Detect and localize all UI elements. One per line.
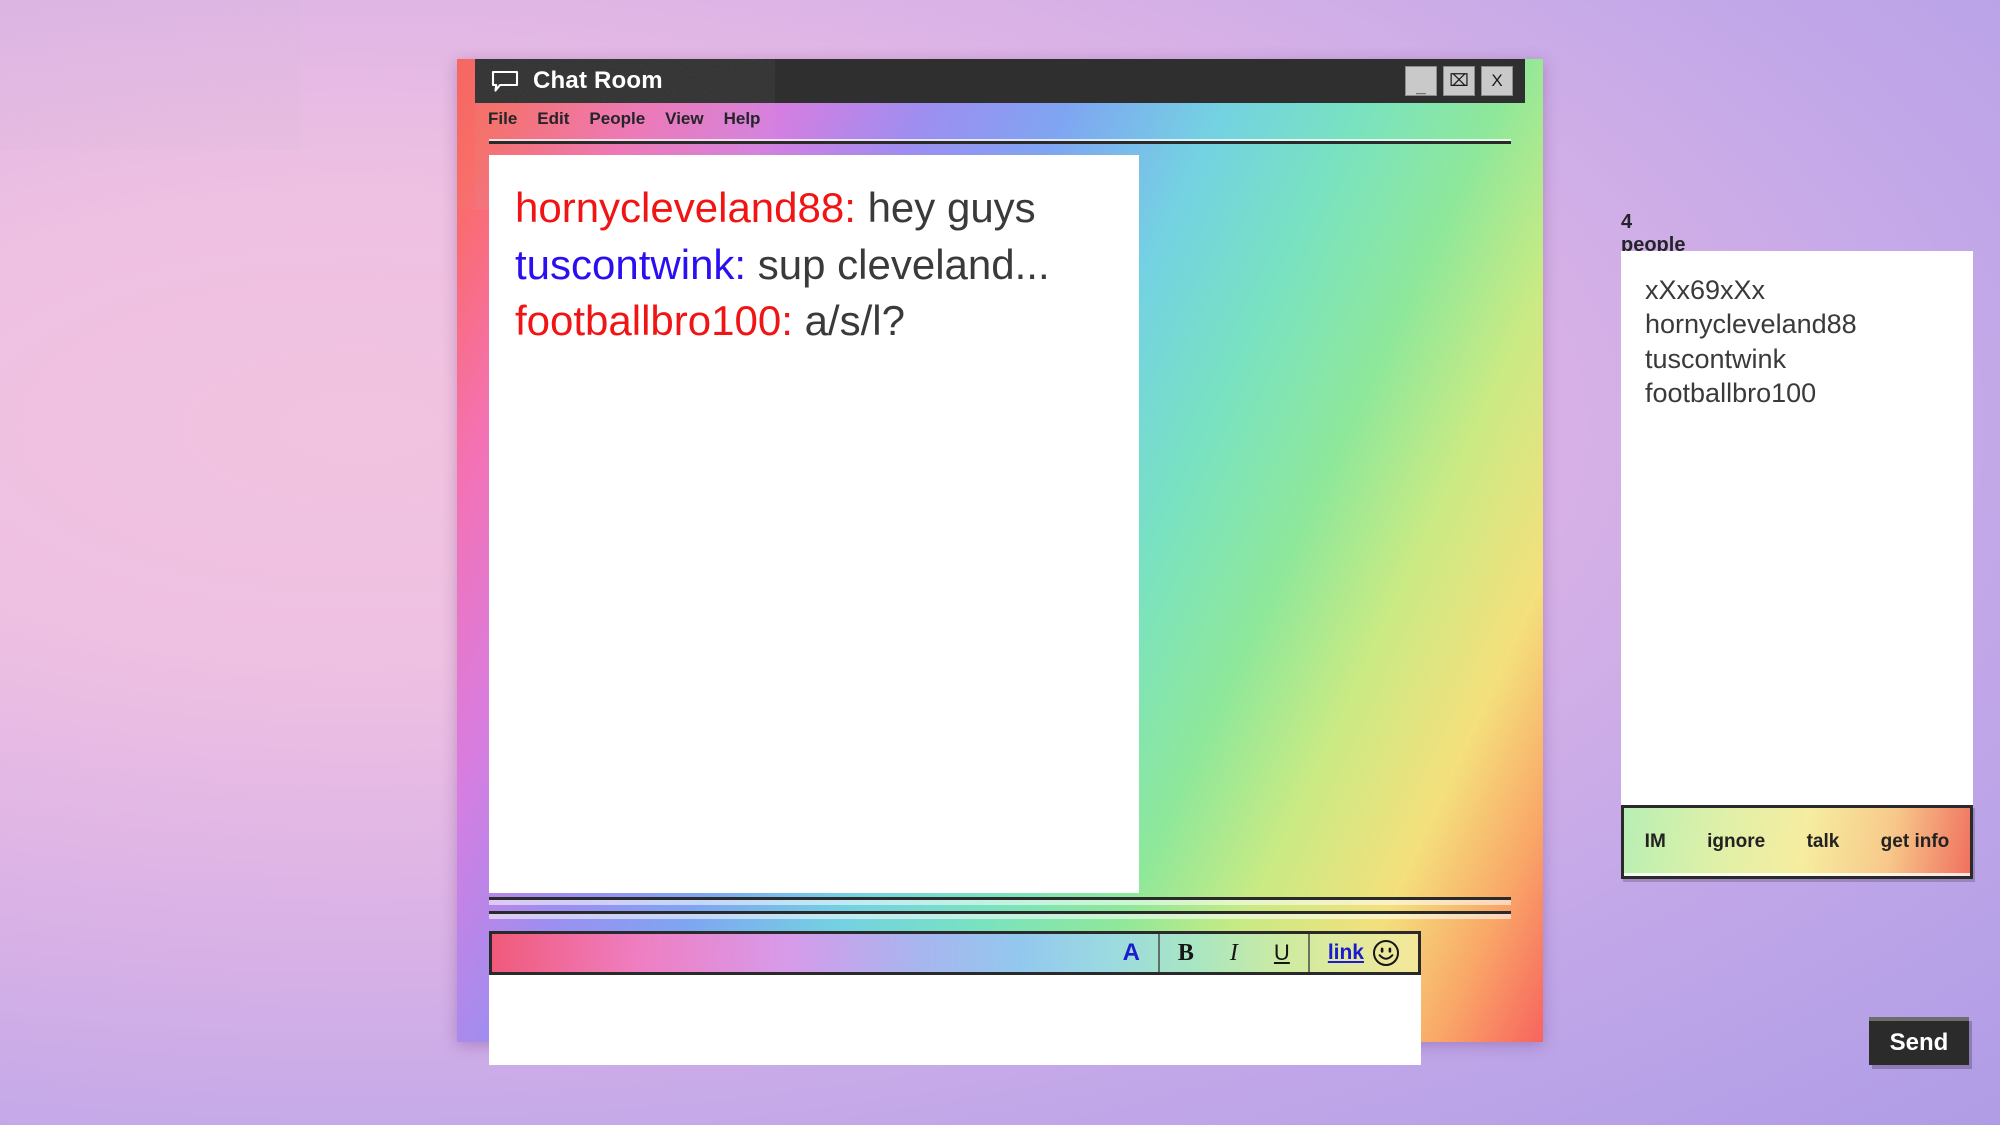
get-info-button[interactable]: get info <box>1881 831 1950 853</box>
toolbar-separator <box>1307 934 1310 972</box>
chat-transcript-panel[interactable]: hornycleveland88: hey guys tuscontwink: … <box>489 155 1139 893</box>
italic-button[interactable]: I <box>1212 934 1256 972</box>
message-nickname[interactable]: footballbro100: <box>515 297 793 344</box>
close-button[interactable]: X <box>1481 66 1513 96</box>
menu-item-file[interactable]: File <box>488 109 517 129</box>
bold-button[interactable]: B <box>1160 934 1212 972</box>
maximize-button[interactable]: ⌧ <box>1443 66 1475 96</box>
list-item[interactable]: hornycleveland88 <box>1645 307 1949 341</box>
section-divider <box>489 897 1511 927</box>
menu-item-people[interactable]: People <box>589 109 645 129</box>
chat-message: footballbro100: a/s/l? <box>515 294 1113 349</box>
font-color-button[interactable]: A <box>1105 934 1158 972</box>
people-action-bar: IM ignore talk get info <box>1621 805 1973 879</box>
ignore-button[interactable]: ignore <box>1707 831 1765 853</box>
menu-bar: File Edit People View Help <box>475 103 1525 135</box>
menubar-separator <box>489 139 1511 144</box>
message-nickname[interactable]: hornycleveland88: <box>515 184 856 231</box>
maximize-glyph: ⌧ <box>1449 70 1469 90</box>
menu-item-help[interactable]: Help <box>724 109 761 129</box>
insert-link-button[interactable]: link <box>1310 934 1372 972</box>
underline-button[interactable]: U <box>1256 934 1308 972</box>
formatting-toolbar: A B I U link <box>489 931 1421 975</box>
talk-button[interactable]: talk <box>1807 831 1840 853</box>
speech-bubble-icon <box>491 70 519 92</box>
people-list-panel[interactable]: xXx69xXx hornycleveland88 tuscontwink fo… <box>1621 251 1973 805</box>
im-button[interactable]: IM <box>1645 831 1666 853</box>
send-button[interactable]: Send <box>1869 1017 1969 1065</box>
list-item[interactable]: xXx69xXx <box>1645 273 1949 307</box>
window-controls: _ ⌧ X <box>1405 66 1513 96</box>
message-input[interactable] <box>489 975 1421 1065</box>
menu-item-edit[interactable]: Edit <box>537 109 569 129</box>
minimize-button[interactable]: _ <box>1405 66 1437 96</box>
toolbar-separator <box>1157 934 1160 972</box>
smiley-face-icon[interactable] <box>1372 939 1400 967</box>
list-item[interactable]: footballbro100 <box>1645 376 1949 410</box>
message-text: hey guys <box>867 184 1036 231</box>
chat-message: tuscontwink: sup cleveland... <box>515 238 1113 293</box>
message-text: sup cleveland... <box>757 240 1050 288</box>
chat-room-window: Chat Room _ ⌧ X File Edit People View He… <box>457 59 1973 1065</box>
message-text: a/s/l? <box>804 297 905 345</box>
chat-message: hornycleveland88: hey guys <box>515 181 1113 236</box>
close-glyph: X <box>1491 70 1503 90</box>
minimize-glyph: _ <box>1416 76 1426 96</box>
title-bar: Chat Room _ ⌧ X <box>475 59 1525 209</box>
window-title: Chat Room <box>533 67 663 94</box>
send-button-label: Send <box>1889 1029 1949 1056</box>
list-item[interactable]: tuscontwink <box>1645 342 1949 376</box>
message-nickname[interactable]: tuscontwink: <box>515 241 746 288</box>
menu-item-view[interactable]: View <box>665 109 703 129</box>
